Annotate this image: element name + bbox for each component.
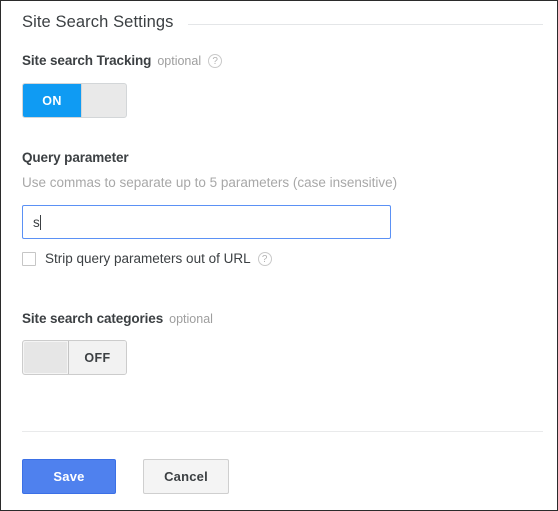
site-search-categories-optional-tag: optional: [169, 311, 213, 326]
query-parameter-label-row: Query parameter: [22, 150, 129, 165]
page-title: Site Search Settings: [22, 12, 174, 31]
cancel-button-label: Cancel: [164, 469, 208, 484]
site-search-categories-label-row: Site search categories optional: [22, 311, 213, 326]
header-divider: [187, 23, 543, 25]
site-search-tracking-label: Site search Tracking: [22, 53, 152, 68]
site-search-tracking-toggle-state: ON: [23, 84, 81, 117]
query-parameter-label: Query parameter: [22, 150, 129, 165]
site-search-categories-toggle-state: OFF: [69, 341, 126, 374]
site-search-categories-toggle[interactable]: OFF: [22, 340, 127, 375]
cancel-button[interactable]: Cancel: [143, 459, 229, 494]
query-parameter-description: Use commas to separate up to 5 parameter…: [22, 175, 398, 190]
site-search-tracking-label-row: Site search Tracking optional ?: [22, 53, 223, 68]
query-parameter-input-value: s: [33, 214, 40, 230]
footer-divider: [22, 431, 543, 432]
help-circle-icon-strip[interactable]: ?: [257, 251, 272, 266]
save-button[interactable]: Save: [22, 459, 116, 494]
site-search-tracking-toggle-knob: [81, 84, 126, 117]
site-search-tracking-optional-tag: optional: [157, 53, 202, 68]
site-search-categories-toggle-knob: [23, 341, 69, 374]
site-search-tracking-toggle[interactable]: ON: [22, 83, 127, 118]
text-caret: [39, 214, 41, 230]
help-circle-icon-tracking[interactable]: ?: [208, 53, 223, 68]
section-header: Site Search Settings: [22, 9, 543, 35]
site-search-settings-panel: Site Search Settings Site search Trackin…: [0, 0, 558, 511]
strip-query-parameters-label: Strip query parameters out of URL: [45, 251, 251, 266]
save-button-label: Save: [53, 469, 85, 484]
site-search-categories-label: Site search categories: [22, 311, 164, 326]
strip-query-parameters-checkbox[interactable]: [22, 251, 36, 266]
query-parameter-input[interactable]: s: [22, 205, 391, 239]
strip-query-parameters-row[interactable]: Strip query parameters out of URL ?: [22, 251, 272, 266]
